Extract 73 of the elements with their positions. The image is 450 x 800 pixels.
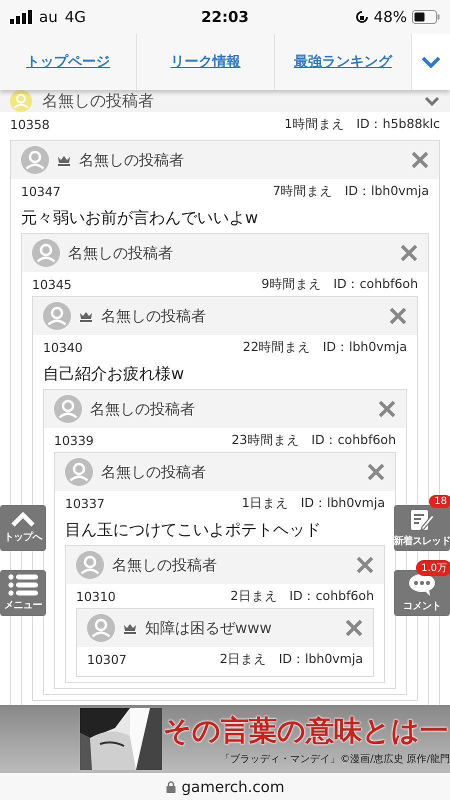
- side-button[interactable]: 新着スレッド: [394, 505, 450, 551]
- comment-number: 10310: [76, 588, 117, 604]
- comment-text: 目ん玉につけてこいよポテトヘッド: [65, 518, 322, 540]
- author-name: 名無しの投稿者: [90, 400, 196, 418]
- carrier-name: au: [39, 8, 58, 26]
- avatar-icon: [43, 302, 71, 330]
- ad-headline: その言葉の意味とは一: [163, 713, 449, 749]
- author-name: 名無しの投稿者: [101, 306, 207, 326]
- post-time: 1時間まえ: [284, 116, 344, 132]
- comment-number: 10339: [54, 432, 95, 448]
- user-id: ID：lbh0vmja: [344, 182, 429, 200]
- signal-icon: [10, 10, 32, 24]
- expand-button[interactable]: [412, 34, 450, 90]
- avatar-icon: [65, 458, 93, 486]
- author-name: 知障は困るぜwww: [145, 618, 273, 638]
- comment-number: 10345: [32, 276, 73, 292]
- ad-banner[interactable]: その言葉の意味とは一 「ブラッディ・マンデイ」©漫画/恵広史 原作/龍門: [0, 705, 450, 773]
- close-icon[interactable]: [356, 556, 374, 574]
- edit-note-icon: [409, 508, 435, 532]
- close-icon[interactable]: [389, 307, 407, 325]
- side-button[interactable]: メニュー: [0, 570, 46, 616]
- battery-percent: 48%: [374, 8, 407, 26]
- author-name: 名無しの投稿者: [79, 150, 185, 170]
- chevron-up-icon: [10, 512, 36, 528]
- comment-number: 10358: [10, 116, 51, 132]
- network-type: 4G: [64, 8, 86, 26]
- post-time: 7時間まえ: [272, 182, 333, 200]
- post-time: 23時間まえ: [231, 432, 300, 448]
- comment-text: 自己紹介お疲れ様w: [43, 362, 186, 384]
- rotation-lock-icon: [354, 10, 369, 24]
- user-id: ID：lbh0vmja: [300, 494, 385, 512]
- user-id: ID：h5b88klc: [356, 116, 440, 132]
- post-time: 2日まえ: [220, 650, 267, 668]
- close-icon[interactable]: [378, 400, 396, 418]
- author-name: 名無しの投稿者: [112, 556, 218, 574]
- post-time: 9時間まえ: [261, 276, 322, 292]
- post-time: 2日まえ: [230, 588, 278, 604]
- author-name: 名無しの投稿者: [101, 462, 207, 482]
- battery-icon: [412, 10, 440, 24]
- avatar-icon: [54, 395, 82, 423]
- count-badge: 1.0万: [416, 560, 450, 576]
- chevron-down-icon[interactable]: [424, 96, 440, 106]
- avatar-icon: [21, 146, 49, 174]
- user-id: ID：cohbf6oh: [289, 588, 374, 604]
- count-badge: 18: [429, 495, 450, 508]
- clock: 22:03: [201, 8, 249, 26]
- ad-caption: 「ブラッディ・マンデイ」©漫画/恵広史 原作/龍門: [220, 752, 450, 766]
- author-name: 名無しの投稿者: [68, 244, 174, 262]
- comment-number: 10337: [65, 496, 106, 510]
- lock-icon: [166, 780, 176, 792]
- comment-number: 10340: [43, 340, 84, 354]
- user-id: ID：cohbf6oh: [311, 432, 396, 448]
- avatar-icon: [87, 614, 115, 642]
- post-time: 22時間まえ: [242, 338, 311, 356]
- user-id: ID：cohbf6oh: [333, 276, 418, 292]
- close-icon[interactable]: [411, 151, 429, 169]
- close-icon[interactable]: [400, 244, 418, 262]
- comment-number: 10347: [21, 184, 62, 198]
- comment-text: 元々弱いお前が言わんでいいよw: [21, 206, 260, 228]
- author-name: 名無しの投稿者: [42, 90, 155, 112]
- comment-number: 10307: [87, 652, 128, 666]
- user-id: ID：lbh0vmja: [322, 338, 407, 356]
- user-id: ID：lbh0vmja: [278, 650, 363, 668]
- menu-icon: [8, 574, 38, 596]
- side-button[interactable]: トップへ: [0, 505, 46, 551]
- chevron-down-icon: [420, 56, 441, 68]
- avatar-icon: [76, 551, 104, 579]
- close-icon[interactable]: [345, 619, 363, 637]
- url-text: gamerch.com: [182, 778, 284, 796]
- post-time: 1日まえ: [242, 494, 289, 512]
- close-icon[interactable]: [367, 463, 385, 481]
- speech-bubble-icon: [408, 573, 436, 597]
- avatar-icon: [32, 239, 60, 267]
